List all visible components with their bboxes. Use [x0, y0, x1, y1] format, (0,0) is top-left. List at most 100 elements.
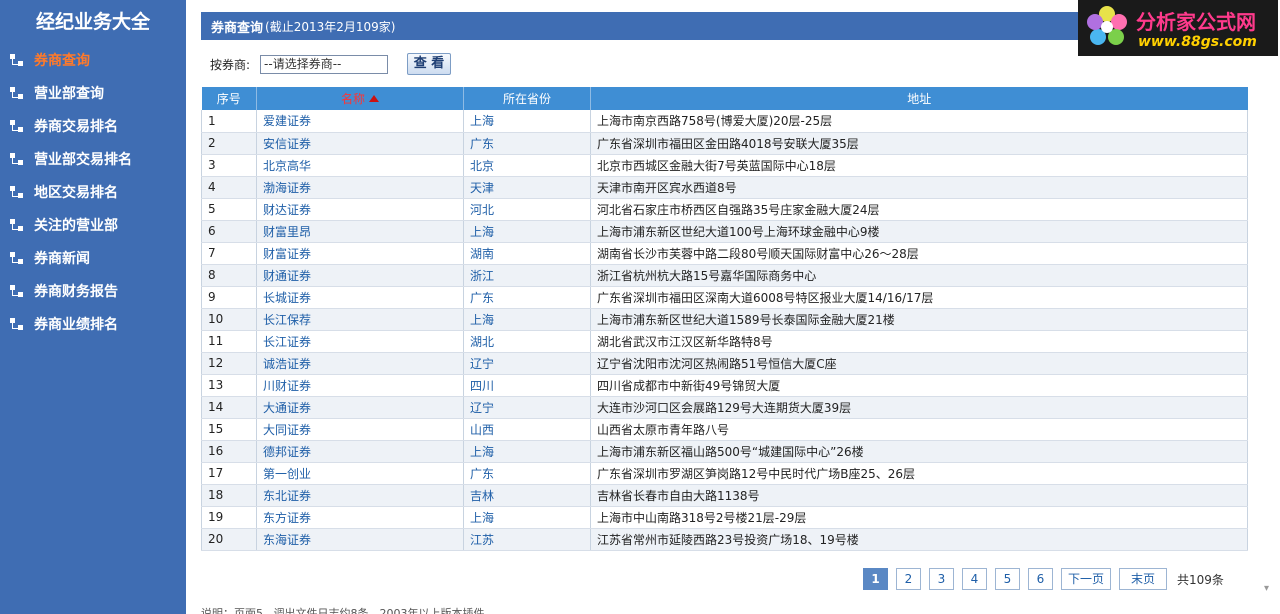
broker-link[interactable]: 大同证券 — [263, 423, 311, 437]
cell-province[interactable]: 湖南 — [463, 242, 591, 265]
province-link[interactable]: 山西 — [470, 423, 494, 437]
broker-link[interactable]: 第一创业 — [263, 467, 311, 481]
site-logo[interactable]: 分析家公式网 www.88gs.com — [1078, 0, 1278, 56]
view-button[interactable]: 查 看 — [407, 53, 452, 75]
page-button-6[interactable]: 6 — [1028, 568, 1053, 590]
sidebar-item-8[interactable]: 券商财务报告 — [0, 274, 186, 307]
cell-name[interactable]: 长城证券 — [256, 286, 464, 309]
broker-link[interactable]: 诚浩证券 — [263, 357, 311, 371]
cell-name[interactable]: 北京高华 — [256, 154, 464, 177]
province-link[interactable]: 浙江 — [470, 269, 494, 283]
cell-name[interactable]: 财富证券 — [256, 242, 464, 265]
province-link[interactable]: 辽宁 — [470, 401, 494, 415]
province-link[interactable]: 江苏 — [470, 533, 494, 547]
col-name[interactable]: 名称 — [256, 87, 464, 110]
province-link[interactable]: 湖北 — [470, 335, 494, 349]
sidebar-item-6[interactable]: 关注的营业部 — [0, 208, 186, 241]
broker-link[interactable]: 川财证券 — [263, 379, 311, 393]
broker-link[interactable]: 财通证券 — [263, 269, 311, 283]
cell-province[interactable]: 上海 — [463, 506, 591, 529]
sidebar-item-5[interactable]: 地区交易排名 — [0, 175, 186, 208]
province-link[interactable]: 四川 — [470, 379, 494, 393]
last-page-button[interactable]: 末页 — [1119, 568, 1168, 590]
broker-link[interactable]: 安信证券 — [263, 137, 311, 151]
cell-name[interactable]: 德邦证券 — [256, 440, 464, 463]
broker-link[interactable]: 北京高华 — [263, 159, 311, 173]
sidebar-item-9[interactable]: 券商业绩排名 — [0, 307, 186, 340]
province-link[interactable]: 河北 — [470, 203, 494, 217]
cell-province[interactable]: 天津 — [463, 176, 591, 199]
broker-link[interactable]: 长城证券 — [263, 291, 311, 305]
broker-link[interactable]: 渤海证券 — [263, 181, 311, 195]
cell-name[interactable]: 大同证券 — [256, 418, 464, 441]
province-link[interactable]: 上海 — [470, 114, 494, 128]
sidebar-item-1[interactable]: 券商查询 — [0, 43, 186, 76]
cell-province[interactable]: 四川 — [463, 374, 591, 397]
cell-name[interactable]: 安信证券 — [256, 132, 464, 155]
cell-name[interactable]: 爱建证券 — [256, 110, 464, 133]
province-link[interactable]: 上海 — [470, 225, 494, 239]
cell-province[interactable]: 上海 — [463, 220, 591, 243]
page-button-1[interactable]: 1 — [863, 568, 888, 590]
province-link[interactable]: 上海 — [470, 313, 494, 327]
broker-link[interactable]: 东海证券 — [263, 533, 311, 547]
cell-name[interactable]: 大通证券 — [256, 396, 464, 419]
page-button-3[interactable]: 3 — [929, 568, 954, 590]
province-link[interactable]: 广东 — [470, 291, 494, 305]
next-page-button[interactable]: 下一页 — [1061, 568, 1112, 590]
province-link[interactable]: 吉林 — [470, 489, 494, 503]
broker-link[interactable]: 东方证券 — [263, 511, 311, 525]
broker-link[interactable]: 东北证券 — [263, 489, 311, 503]
cell-province[interactable]: 辽宁 — [463, 396, 591, 419]
broker-link[interactable]: 爱建证券 — [263, 114, 311, 128]
scroll-down-icon[interactable]: ▾ — [1264, 583, 1274, 594]
cell-province[interactable]: 北京 — [463, 154, 591, 177]
page-button-4[interactable]: 4 — [962, 568, 987, 590]
broker-link[interactable]: 大通证券 — [263, 401, 311, 415]
province-link[interactable]: 上海 — [470, 511, 494, 525]
cell-province[interactable]: 浙江 — [463, 264, 591, 287]
cell-name[interactable]: 东方证券 — [256, 506, 464, 529]
province-link[interactable]: 广东 — [470, 467, 494, 481]
sidebar-item-3[interactable]: 券商交易排名 — [0, 109, 186, 142]
cell-name[interactable]: 东北证券 — [256, 484, 464, 507]
cell-name[interactable]: 渤海证券 — [256, 176, 464, 199]
cell-name[interactable]: 第一创业 — [256, 462, 464, 485]
cell-province[interactable]: 广东 — [463, 462, 591, 485]
cell-name[interactable]: 财富里昂 — [256, 220, 464, 243]
cell-province[interactable]: 上海 — [463, 308, 591, 331]
sidebar-item-7[interactable]: 券商新闻 — [0, 241, 186, 274]
cell-province[interactable]: 广东 — [463, 132, 591, 155]
cell-province[interactable]: 湖北 — [463, 330, 591, 353]
page-button-2[interactable]: 2 — [896, 568, 921, 590]
province-link[interactable]: 辽宁 — [470, 357, 494, 371]
cell-province[interactable]: 河北 — [463, 198, 591, 221]
province-link[interactable]: 上海 — [470, 445, 494, 459]
cell-name[interactable]: 诚浩证券 — [256, 352, 464, 375]
province-link[interactable]: 北京 — [470, 159, 494, 173]
province-link[interactable]: 天津 — [470, 181, 494, 195]
cell-name[interactable]: 长江证券 — [256, 330, 464, 353]
broker-link[interactable]: 财富证券 — [263, 247, 311, 261]
cell-name[interactable]: 川财证券 — [256, 374, 464, 397]
cell-name[interactable]: 财达证券 — [256, 198, 464, 221]
cell-name[interactable]: 东海证券 — [256, 528, 464, 551]
cell-province[interactable]: 上海 — [463, 440, 591, 463]
broker-select[interactable]: --请选择券商-- — [260, 54, 389, 74]
sidebar-item-2[interactable]: 营业部查询 — [0, 76, 186, 109]
cell-province[interactable]: 山西 — [463, 418, 591, 441]
cell-name[interactable]: 长江保荐 — [256, 308, 464, 331]
page-button-5[interactable]: 5 — [995, 568, 1020, 590]
broker-link[interactable]: 德邦证券 — [263, 445, 311, 459]
broker-link[interactable]: 财富里昂 — [263, 225, 311, 239]
cell-name[interactable]: 财通证券 — [256, 264, 464, 287]
sidebar-item-4[interactable]: 营业部交易排名 — [0, 142, 186, 175]
broker-link[interactable]: 长江保荐 — [263, 313, 311, 327]
province-link[interactable]: 湖南 — [470, 247, 494, 261]
broker-link[interactable]: 财达证券 — [263, 203, 311, 217]
cell-province[interactable]: 江苏 — [463, 528, 591, 551]
province-link[interactable]: 广东 — [470, 137, 494, 151]
broker-link[interactable]: 长江证券 — [263, 335, 311, 349]
cell-province[interactable]: 吉林 — [463, 484, 591, 507]
cell-province[interactable]: 广东 — [463, 286, 591, 309]
